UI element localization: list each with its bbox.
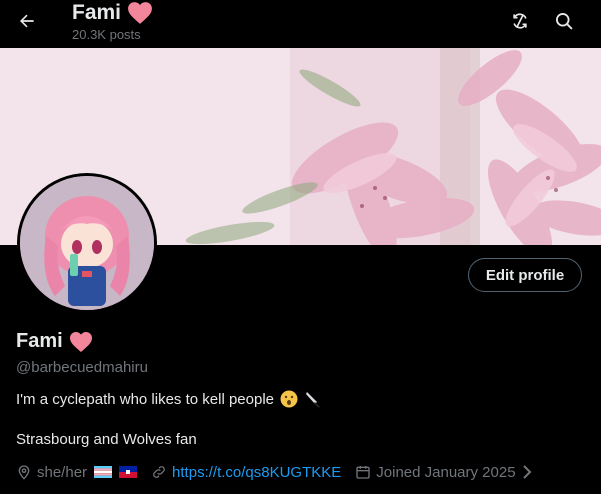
refresh-button[interactable] [507, 8, 533, 34]
transgender-flag-icon [94, 466, 113, 478]
top-bar: Fami 20.3K posts [0, 0, 601, 48]
header-name: Fami [72, 1, 122, 24]
profile-bio: I'm a cyclepath who likes to kell people [16, 390, 322, 408]
pronouns-item: she/her [16, 463, 138, 481]
knife-emoji-icon [306, 392, 320, 408]
location-icon [18, 465, 30, 480]
heart-emoji-icon [128, 2, 152, 24]
website-item: https://t.co/qs8KUGTKKE [151, 464, 341, 481]
edit-profile-button[interactable]: Edit profile [468, 258, 582, 292]
profile-meta-row: she/her https://t.co/qs8KUGTKKE Joined J… [16, 462, 547, 482]
link-icon [153, 466, 165, 478]
back-arrow-icon [20, 14, 34, 28]
pronouns-text: she/her [37, 463, 88, 481]
joined-text: Joined January 2025 [376, 463, 516, 481]
profile-avatar[interactable] [17, 173, 157, 313]
haiti-flag-icon [119, 466, 138, 478]
back-button[interactable] [12, 6, 42, 36]
avatar-figure-image [20, 176, 154, 310]
chevron-right-icon [522, 465, 531, 479]
heart-emoji-icon [69, 331, 92, 352]
bio-line-2: Strasbourg and Wolves fan [16, 431, 197, 448]
search-icon [556, 13, 573, 30]
website-link[interactable]: https://t.co/qs8KUGTKKE [172, 464, 341, 481]
profile-display-name: Fami [16, 330, 93, 353]
search-button[interactable] [551, 8, 577, 34]
bio-text: I'm a cyclepath who likes to kell people [16, 390, 274, 408]
refresh-icon [513, 13, 527, 29]
face-emoji-icon [280, 390, 298, 408]
page-title: Fami [72, 1, 153, 25]
calendar-icon [356, 466, 370, 479]
joined-item[interactable]: Joined January 2025 [355, 464, 532, 481]
display-name-text: Fami [16, 330, 63, 352]
profile-handle: @barbecuedmahiru [16, 359, 148, 376]
posts-count: 20.3K posts [72, 27, 141, 42]
